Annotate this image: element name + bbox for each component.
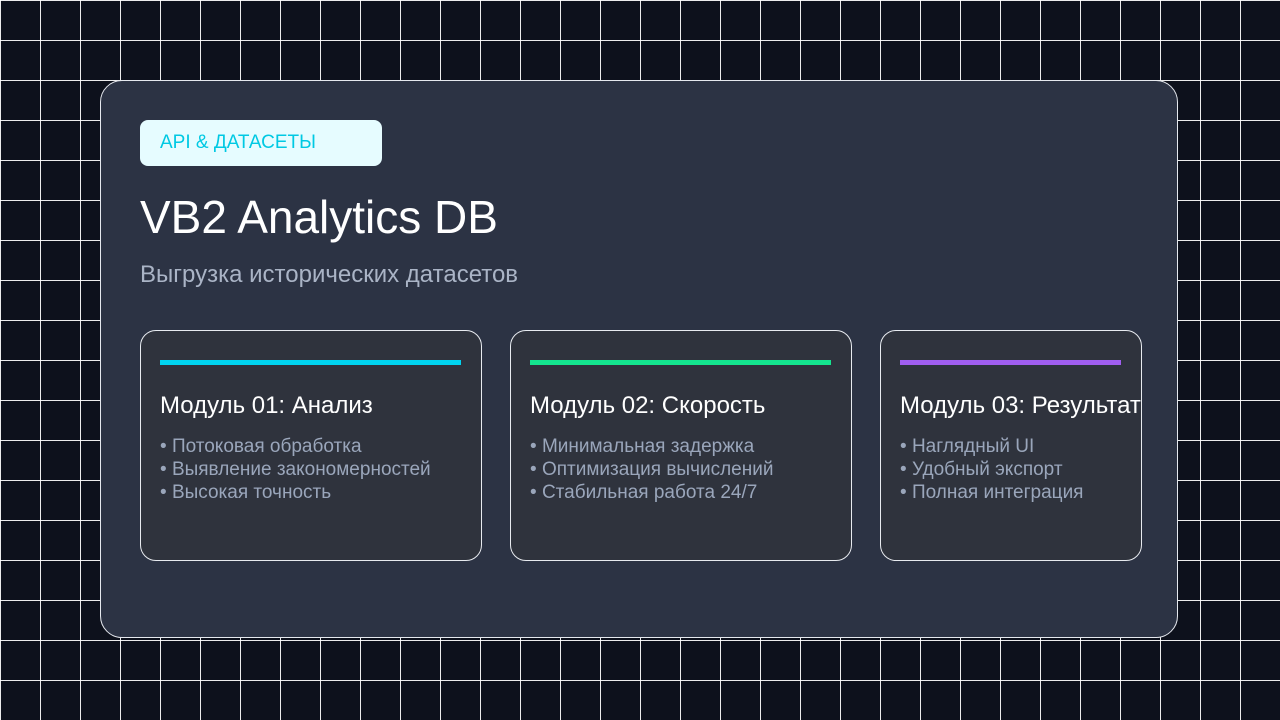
list-item: Выявление закономерностей	[160, 458, 431, 481]
list-item: Полная интеграция	[900, 481, 1084, 504]
card-accent-bar	[160, 360, 461, 365]
feature-list: Потоковая обработка Выявление закономерн…	[160, 435, 431, 504]
module-card-result: Модуль 03: Результат Наглядный UI Удобны…	[880, 330, 1142, 561]
list-item: Высокая точность	[160, 481, 431, 504]
card-title: Модуль 01: Анализ	[160, 392, 373, 419]
list-item: Удобный экспорт	[900, 458, 1083, 481]
main-panel: API & ДАТАСЕТЫ VB2 Analytics DB Выгрузка…	[100, 80, 1178, 638]
module-card-speed: Модуль 02: Скорость Минимальная задержка…	[510, 330, 852, 561]
category-tag: API & ДАТАСЕТЫ	[140, 120, 382, 166]
card-accent-bar	[530, 360, 831, 365]
list-item: Потоковая обработка	[160, 435, 431, 458]
card-title: Модуль 02: Скорость	[530, 392, 766, 419]
list-item: Стабильная работа 24/7	[530, 481, 773, 504]
card-title: Модуль 03: Результат	[900, 392, 1141, 419]
feature-list: Минимальная задержка Оптимизация вычисле…	[530, 435, 774, 504]
card-accent-bar	[900, 360, 1121, 365]
module-card-analysis: Модуль 01: Анализ Потоковая обработка Вы…	[140, 330, 482, 561]
list-item: Оптимизация вычислений	[530, 458, 774, 481]
list-item: Минимальная задержка	[530, 435, 773, 458]
page-title: VB2 Analytics DB	[140, 191, 498, 243]
page-subtitle: Выгрузка исторических датасетов	[140, 261, 519, 288]
list-item: Наглядный UI	[900, 435, 1083, 458]
feature-list: Наглядный UI Удобный экспорт Полная инте…	[900, 435, 1084, 504]
